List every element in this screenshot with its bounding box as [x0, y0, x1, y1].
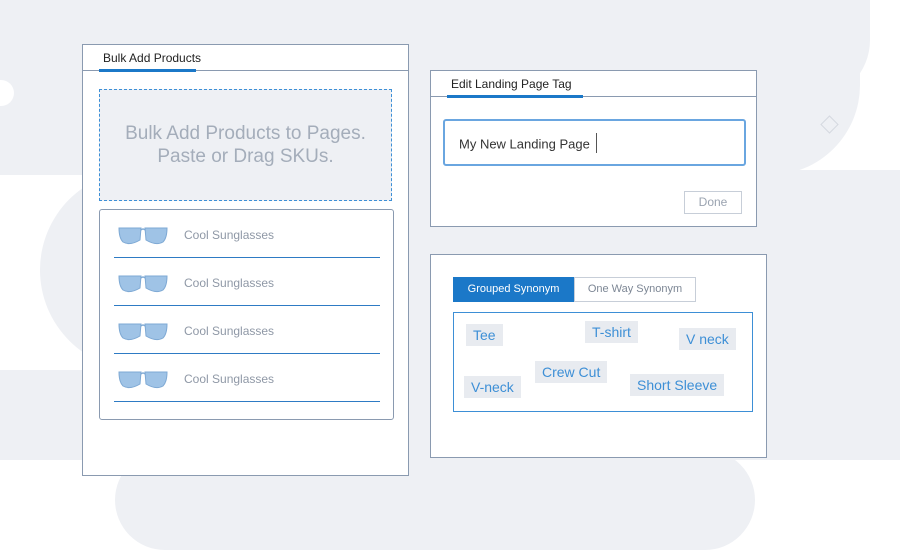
synonym-chip[interactable]: V neck: [679, 328, 736, 350]
product-name: Cool Sunglasses: [184, 372, 275, 386]
product-name: Cool Sunglasses: [184, 228, 275, 242]
panel-header: Edit Landing Page Tag: [431, 71, 756, 98]
product-row[interactable]: Cool Sunglasses: [114, 354, 380, 402]
synonym-panel: Grouped Synonym One Way Synonym Tee T-sh…: [430, 254, 767, 458]
tab-grouped-synonym[interactable]: Grouped Synonym: [453, 277, 574, 302]
dropzone-text-line2: Paste or Drag SKUs.: [157, 146, 334, 167]
synonym-chip[interactable]: V-neck: [464, 376, 521, 398]
product-row[interactable]: Cool Sunglasses: [114, 306, 380, 354]
sunglasses-icon: [118, 227, 168, 245]
synonym-terms-box[interactable]: Tee T-shirt V neck Crew Cut V-neck Short…: [453, 312, 753, 412]
panel-title: Bulk Add Products: [103, 51, 202, 65]
input-value: My New Landing Page: [459, 136, 590, 152]
sunglasses-icon: [118, 371, 168, 389]
sunglasses-icon: [118, 275, 168, 293]
landing-page-tag-input[interactable]: My New Landing Page: [443, 119, 746, 166]
sunglasses-icon: [118, 323, 168, 341]
product-row[interactable]: Cool Sunglasses: [114, 258, 380, 306]
text-caret: [595, 133, 597, 153]
product-row[interactable]: Cool Sunglasses: [114, 210, 380, 258]
edit-landing-page-tag-panel: Edit Landing Page Tag My New Landing Pag…: [430, 70, 757, 227]
sku-dropzone[interactable]: Bulk Add Products to Pages. Paste or Dra…: [99, 89, 392, 201]
panel-title: Edit Landing Page Tag: [451, 77, 572, 91]
product-name: Cool Sunglasses: [184, 324, 275, 338]
product-name: Cool Sunglasses: [184, 276, 275, 290]
bulk-add-products-panel: Bulk Add Products Bulk Add Products to P…: [82, 44, 409, 476]
dropzone-text-line1: Bulk Add Products to Pages.: [125, 123, 366, 144]
panel-header: Bulk Add Products: [83, 45, 408, 72]
synonym-chip[interactable]: T-shirt: [585, 321, 638, 343]
synonym-chip[interactable]: Crew Cut: [535, 361, 608, 383]
synonym-chip[interactable]: Short Sleeve: [630, 374, 725, 396]
tab-underline: [99, 69, 196, 72]
done-button[interactable]: Done: [684, 191, 742, 214]
synonym-chip[interactable]: Tee: [466, 324, 503, 346]
tab-underline: [447, 95, 583, 98]
tab-one-way-synonym[interactable]: One Way Synonym: [574, 277, 696, 302]
product-list: Cool Sunglasses Cool Sunglasses Cool Sun…: [99, 209, 394, 420]
